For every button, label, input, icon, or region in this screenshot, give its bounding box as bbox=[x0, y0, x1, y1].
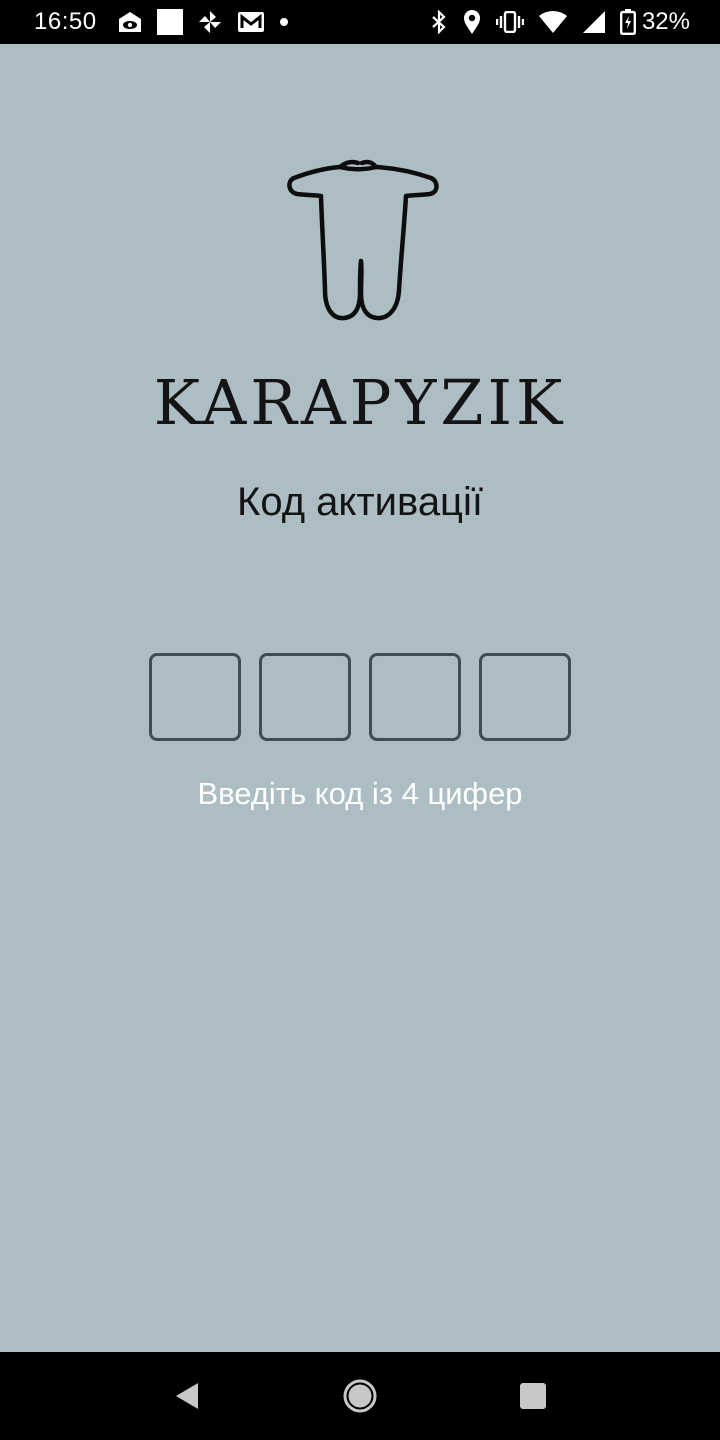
page-title: Код активації bbox=[237, 480, 483, 524]
recents-icon[interactable] bbox=[503, 1366, 563, 1426]
code-hint: Введіть код із 4 цифер bbox=[197, 776, 523, 811]
signal-icon bbox=[582, 10, 606, 34]
back-icon[interactable] bbox=[157, 1366, 217, 1426]
bluetooth-icon bbox=[430, 10, 448, 34]
code-digit-box-1[interactable] bbox=[149, 653, 241, 741]
status-left: 16:50 bbox=[34, 8, 303, 36]
brand-name: KARAPYZIK bbox=[153, 366, 567, 439]
vibrate-icon bbox=[495, 11, 524, 33]
screen-share-icon bbox=[117, 10, 143, 34]
navigation-bar bbox=[0, 1352, 720, 1440]
activation-code-input bbox=[149, 653, 571, 741]
home-icon[interactable] bbox=[330, 1366, 390, 1426]
battery-charging-icon bbox=[619, 9, 636, 35]
status-right: 32% bbox=[416, 8, 690, 36]
battery-percent: 32% bbox=[641, 8, 690, 35]
wifi-icon bbox=[538, 10, 568, 34]
code-digit-box-4[interactable] bbox=[479, 653, 571, 741]
code-digit-box-3[interactable] bbox=[369, 653, 461, 741]
pinwheel-icon bbox=[197, 9, 223, 35]
baby-onesie-icon bbox=[282, 158, 442, 322]
activation-screen: KARAPYZIK Код активації Введіть код із 4… bbox=[0, 44, 720, 1352]
white-square-icon bbox=[156, 9, 183, 35]
dot-icon bbox=[279, 17, 289, 27]
gmail-icon bbox=[237, 11, 265, 33]
code-digit-box-2[interactable] bbox=[259, 653, 351, 741]
status-bar: 16:50 32% bbox=[0, 0, 720, 44]
location-icon bbox=[462, 9, 482, 35]
status-time: 16:50 bbox=[34, 8, 97, 35]
